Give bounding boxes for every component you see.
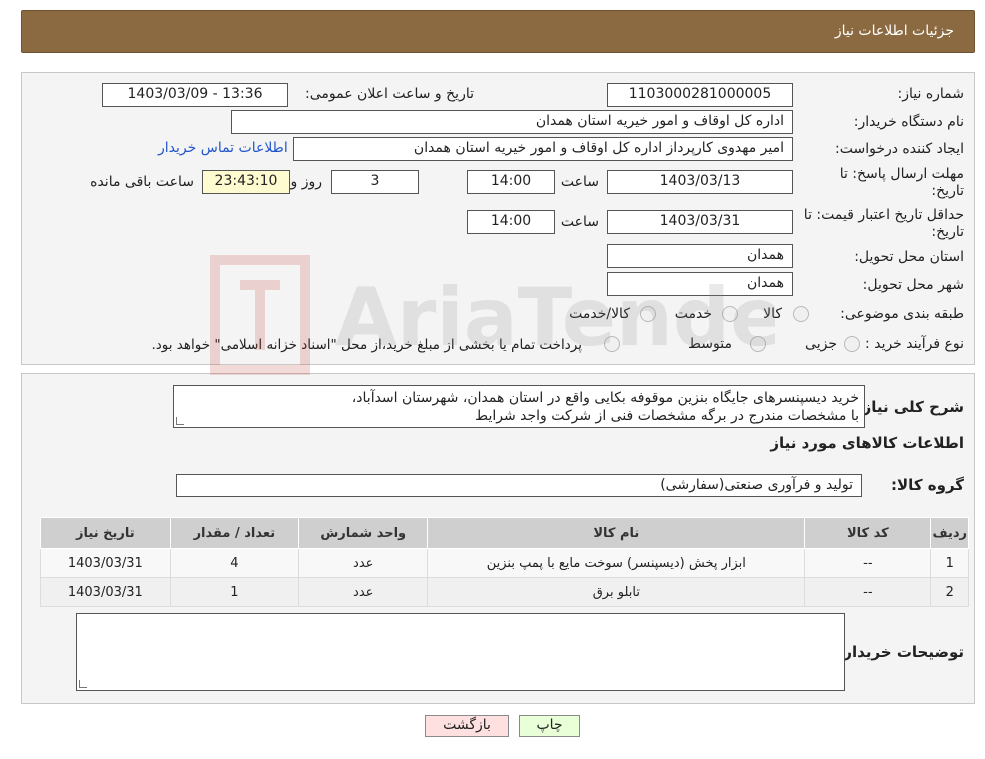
table-row: 1 -- ابزار پخش (دیسپنسر) سوخت مایع با پم… <box>40 548 969 578</box>
payment-note: پرداخت تمام یا بخشی از مبلغ خرید،از محل … <box>151 337 582 353</box>
deadline-time-field: 14:00 <box>467 170 555 194</box>
days-label: روز و <box>290 174 323 190</box>
cell-date: 1403/03/31 <box>40 548 171 578</box>
description-line-2: با مشخصات مندرج در برگه مشخصات فنی از شر… <box>475 408 859 424</box>
process-label: نوع فرآیند خرید : <box>865 336 964 352</box>
page-title: جزئیات اطلاعات نیاز <box>834 23 954 39</box>
province-label: استان محل تحویل: <box>854 249 964 265</box>
buyer-org-field: اداره کل اوقاف و امور خیریه استان همدان <box>231 110 793 134</box>
cell-unit: عدد <box>298 548 429 578</box>
requester-label: ایجاد کننده درخواست: <box>835 141 964 157</box>
print-button[interactable]: چاپ <box>519 715 580 737</box>
col-row: ردیف <box>930 517 969 549</box>
cell-code: -- <box>804 577 932 607</box>
resize-grip-icon[interactable] <box>176 417 184 425</box>
category-radio-service[interactable] <box>722 306 738 322</box>
col-date: تاریخ نیاز <box>40 517 171 549</box>
need-number-label: شماره نیاز: <box>897 86 965 102</box>
need-number-field: 1103000281000005 <box>607 83 793 107</box>
treasury-checkbox[interactable] <box>604 336 620 352</box>
need-details-panel: شرح کلی نیاز: خرید دیسپنسرهای جایگاه بنز… <box>21 373 975 704</box>
description-textarea[interactable]: خرید دیسپنسرهای جایگاه بنزین موقوفه بکای… <box>173 385 865 428</box>
goods-table: ردیف کد کالا نام کالا واحد شمارش تعداد /… <box>40 517 969 607</box>
days-field: 3 <box>331 170 419 194</box>
buyer-notes-label: توضیحات خریدار: <box>837 643 964 661</box>
goods-group-label: گروه کالا: <box>891 476 964 494</box>
goods-group-field: تولید و فرآوری صنعتی(سفارشی) <box>176 474 862 497</box>
cell-row: 1 <box>930 548 969 578</box>
category-option-service: خدمت <box>674 306 712 322</box>
remaining-label: ساعت باقی مانده <box>90 174 194 190</box>
cell-qty: 4 <box>169 548 300 578</box>
deadline-label: مهلت ارسال پاسخ: تا تاریخ: <box>839 166 964 199</box>
col-unit: واحد شمارش <box>298 517 429 549</box>
requester-field: امیر مهدوی کارپرداز اداره کل اوقاف و امو… <box>293 137 793 161</box>
announce-label: تاریخ و ساعت اعلان عمومی: <box>305 86 474 102</box>
description-label: شرح کلی نیاز: <box>856 398 964 416</box>
validity-date-field: 1403/03/31 <box>607 210 793 234</box>
process-option-minor: جزیی <box>805 336 837 352</box>
cell-date: 1403/03/31 <box>40 577 171 607</box>
back-button[interactable]: بازگشت <box>425 715 509 737</box>
cell-name: ابزار پخش (دیسپنسر) سوخت مایع با پمپ بنز… <box>427 548 806 578</box>
cell-qty: 1 <box>169 577 300 607</box>
category-option-goods-service: کالا/خدمت <box>569 306 630 322</box>
goods-info-title: اطلاعات کالاهای مورد نیاز <box>770 434 964 452</box>
validity-time-field: 14:00 <box>467 210 555 234</box>
buyer-org-label: نام دستگاه خریدار: <box>853 114 964 130</box>
buyer-contact-link[interactable]: اطلاعات تماس خریدار <box>158 140 288 156</box>
category-label: طبقه بندی موضوعی: <box>840 306 964 322</box>
category-radio-goods[interactable] <box>793 306 809 322</box>
deadline-time-label: ساعت <box>560 174 599 190</box>
announce-field: 1403/03/09 - 13:36 <box>102 83 288 107</box>
description-line-1: خرید دیسپنسرهای جایگاه بنزین موقوفه بکای… <box>351 390 859 406</box>
city-label: شهر محل تحویل: <box>862 277 964 293</box>
process-option-medium: متوسط <box>688 336 732 352</box>
cell-row: 2 <box>930 577 969 607</box>
category-radio-goods-service[interactable] <box>640 306 656 322</box>
resize-grip-icon[interactable] <box>79 680 87 688</box>
cell-code: -- <box>804 548 932 578</box>
col-qty: تعداد / مقدار <box>169 517 300 549</box>
validity-time-label: ساعت <box>560 214 599 230</box>
city-field: همدان <box>607 272 793 296</box>
page-header: جزئیات اطلاعات نیاز <box>21 10 975 53</box>
cell-unit: عدد <box>298 577 429 607</box>
need-info-panel: شماره نیاز: 1103000281000005 تاریخ و ساع… <box>21 72 975 365</box>
col-name: نام کالا <box>427 517 806 549</box>
process-radio-minor[interactable] <box>844 336 860 352</box>
category-option-goods: کالا <box>763 306 782 322</box>
province-field: همدان <box>607 244 793 268</box>
remaining-time-field: 23:43:10 <box>202 170 290 194</box>
process-radio-medium[interactable] <box>750 336 766 352</box>
buyer-notes-textarea[interactable] <box>76 613 845 691</box>
cell-name: تابلو برق <box>427 577 806 607</box>
deadline-date-field: 1403/03/13 <box>607 170 793 194</box>
col-code: کد کالا <box>804 517 932 549</box>
table-row: 2 -- تابلو برق عدد 1 1403/03/31 <box>40 577 969 607</box>
validity-label: حداقل تاریخ اعتبار قیمت: تا تاریخ: <box>803 207 964 240</box>
